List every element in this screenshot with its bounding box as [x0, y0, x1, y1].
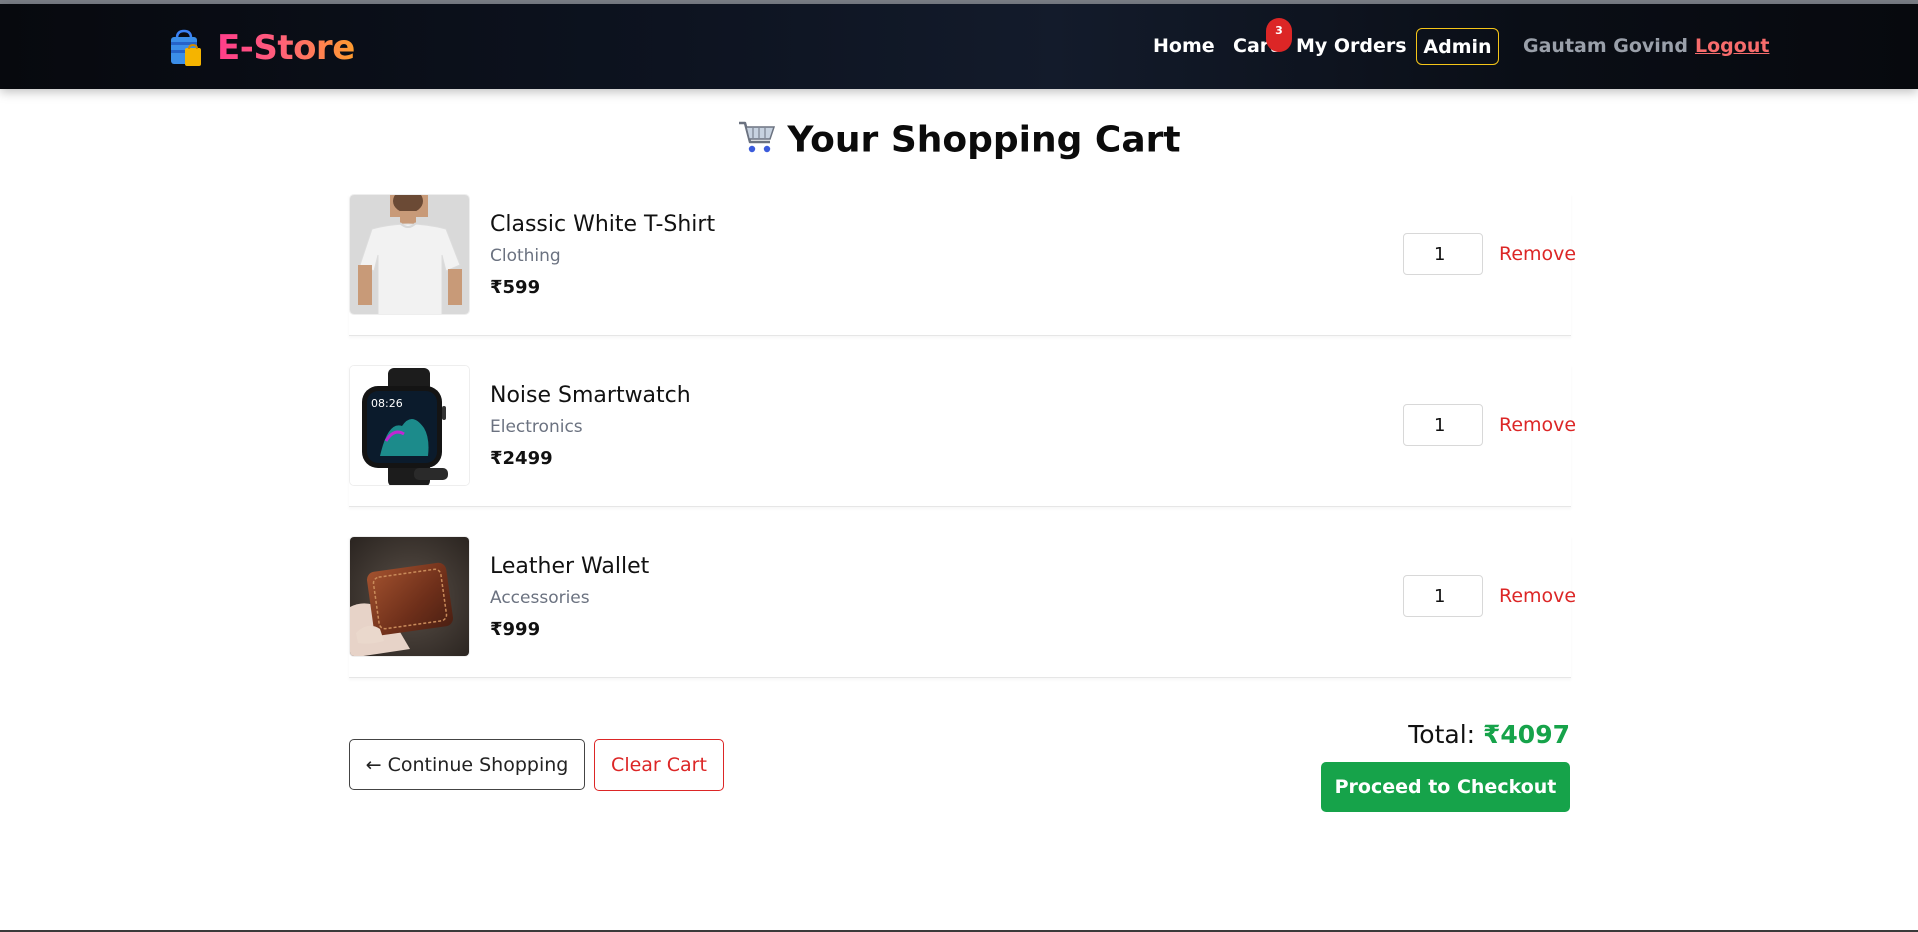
logout-link[interactable]: Logout — [1695, 35, 1769, 57]
quantity-input[interactable] — [1403, 404, 1483, 446]
smartwatch-image: 08:26 — [349, 365, 470, 486]
watch-time: 08:26 — [371, 397, 403, 410]
proceed-to-checkout-button[interactable]: Proceed to Checkout — [1321, 762, 1570, 812]
remove-button[interactable]: Remove — [1499, 414, 1576, 436]
item-category: Electronics — [490, 417, 583, 437]
wallet-image — [349, 536, 470, 657]
cart-item: Leather Wallet Accessories ₹999 Remove — [349, 536, 1576, 678]
item-category: Accessories — [490, 588, 590, 608]
cart-count-badge: 3 — [1266, 18, 1292, 52]
item-price: ₹2499 — [490, 448, 553, 469]
user-name: Gautam Govind — [1523, 35, 1688, 57]
continue-shopping-button[interactable]: ← Continue Shopping — [349, 739, 585, 790]
item-price: ₹999 — [490, 619, 541, 640]
cart-item: Classic White T-Shirt Clothing ₹599 Remo… — [349, 194, 1576, 336]
quantity-input[interactable] — [1403, 575, 1483, 617]
nav-my-orders-link[interactable]: My Orders — [1296, 35, 1407, 57]
clear-cart-button[interactable]: Clear Cart — [594, 739, 724, 791]
total-label: Total: — [1408, 720, 1476, 749]
page-title: Your Shopping Cart — [0, 118, 1918, 165]
nav-links: Home Cart 3 My Orders Admin Gautam Govin… — [0, 4, 1918, 89]
cart-total: Total: ₹4097 — [1408, 720, 1570, 749]
cart-item: 08:26 Noise Smartwatch Electronics ₹2499… — [349, 365, 1576, 507]
item-category: Clothing — [490, 246, 561, 266]
tshirt-image — [349, 194, 470, 315]
nav-home-link[interactable]: Home — [1153, 35, 1215, 57]
total-amount: ₹4097 — [1483, 720, 1570, 749]
quantity-input[interactable] — [1403, 233, 1483, 275]
admin-button[interactable]: Admin — [1416, 28, 1499, 65]
navbar: E-Store Home Cart 3 My Orders Admin Gaut… — [0, 4, 1918, 89]
item-name: Leather Wallet — [490, 554, 650, 579]
item-price: ₹599 — [490, 277, 541, 298]
page-title-text: Your Shopping Cart — [787, 119, 1181, 161]
remove-button[interactable]: Remove — [1499, 585, 1576, 607]
remove-button[interactable]: Remove — [1499, 243, 1576, 265]
item-name: Classic White T-Shirt — [490, 212, 716, 237]
item-name: Noise Smartwatch — [490, 383, 691, 408]
shopping-cart-icon — [737, 118, 777, 165]
